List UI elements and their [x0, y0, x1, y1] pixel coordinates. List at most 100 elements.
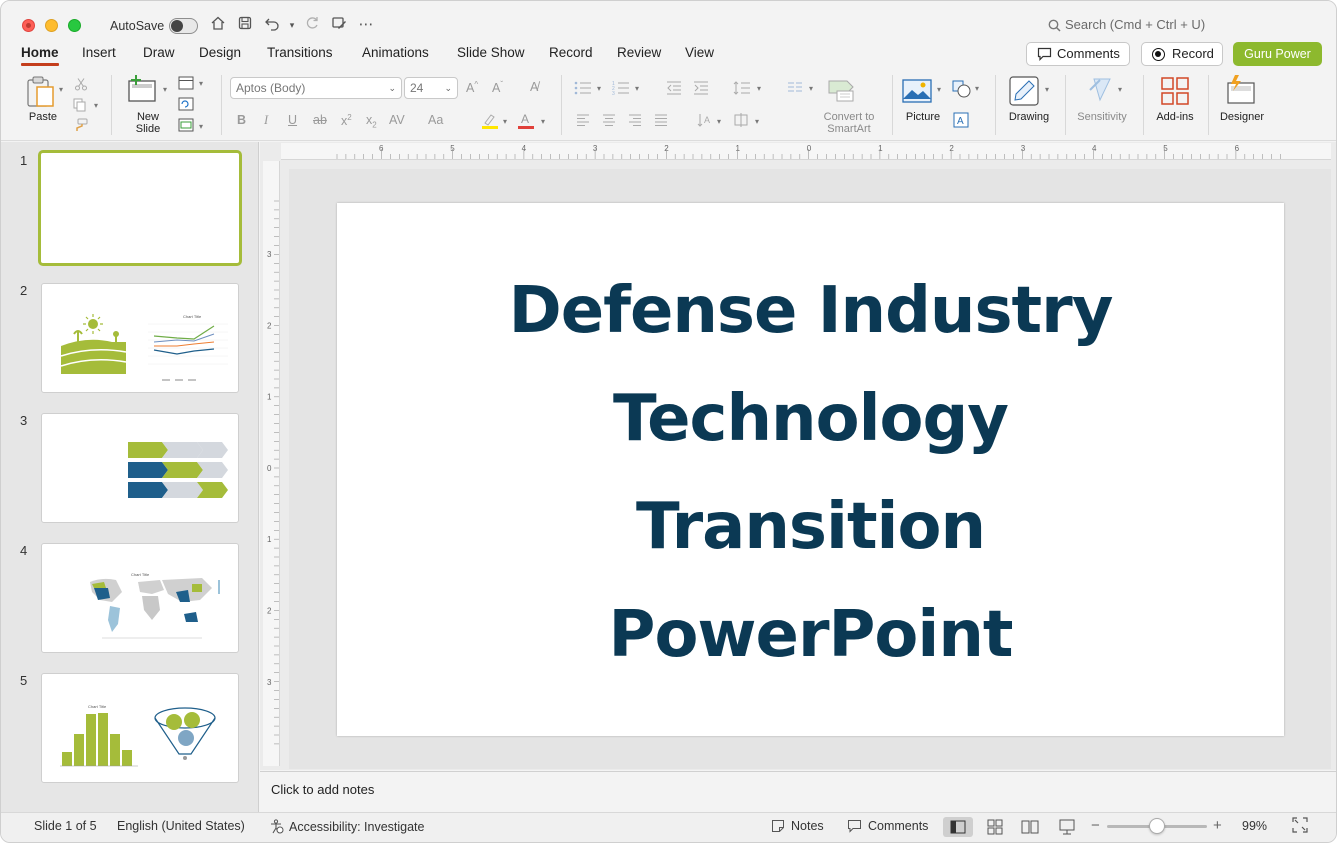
record-button[interactable]: Record [1141, 42, 1223, 66]
zoom-out-button[interactable]: − [1091, 817, 1100, 834]
slide-thumbnail-1[interactable] [38, 150, 242, 266]
change-case-icon[interactable]: Aa [428, 113, 443, 127]
language-status[interactable]: English (United States) [117, 819, 245, 833]
underline-icon[interactable]: U [288, 113, 297, 127]
redo-icon[interactable] [302, 15, 322, 35]
bullets-icon[interactable] [574, 81, 592, 98]
home-icon[interactable] [208, 15, 228, 35]
paste-dropdown-icon[interactable]: ▾ [59, 85, 63, 94]
italic-icon[interactable]: I [264, 113, 268, 128]
convert-smartart-icon[interactable] [827, 79, 857, 106]
undo-dropdown-icon[interactable]: ▾ [282, 15, 302, 35]
font-color-dropdown-icon[interactable]: ▾ [541, 117, 545, 126]
subscript-icon[interactable]: x2 [366, 113, 377, 130]
shapes-dropdown-icon[interactable]: ▾ [975, 84, 979, 93]
align-right-icon[interactable] [628, 113, 642, 130]
picture-dropdown-icon[interactable]: ▾ [937, 85, 941, 94]
tab-draw[interactable]: Draw [143, 45, 175, 60]
layout-dropdown-icon[interactable]: ▾ [199, 79, 203, 88]
reset-slide-icon[interactable] [178, 97, 194, 114]
drawing-dropdown-icon[interactable]: ▾ [1045, 85, 1049, 94]
slide-thumbnail-2[interactable]: Chart Title [41, 283, 239, 393]
slide-thumbnail-3[interactable] [41, 413, 239, 523]
search-box[interactable]: Search (Cmd + Ctrl + U) [1048, 17, 1205, 37]
zoom-slider-handle[interactable] [1149, 818, 1165, 834]
increase-font-icon[interactable]: A^ [466, 80, 478, 95]
notes-placeholder[interactable]: Click to add notes [271, 782, 374, 797]
undo-icon[interactable] [262, 15, 282, 35]
bullets-dropdown-icon[interactable]: ▾ [597, 84, 601, 93]
present-icon[interactable] [329, 15, 349, 35]
shapes-icon[interactable] [952, 80, 972, 101]
increase-indent-icon[interactable] [693, 81, 709, 98]
paste-icon[interactable] [25, 75, 59, 112]
copy-dropdown-icon[interactable]: ▾ [94, 101, 98, 110]
drawing-icon[interactable] [1009, 76, 1039, 109]
superscript-icon[interactable]: x2 [341, 113, 352, 128]
tab-record[interactable]: Record [549, 45, 593, 60]
notes-pane[interactable]: Click to add notes [260, 771, 1336, 811]
new-slide-icon[interactable] [128, 75, 158, 108]
save-icon[interactable] [235, 15, 255, 35]
font-name-combo[interactable]: Aptos (Body) ⌄ [230, 77, 402, 99]
text-direction-dropdown-icon[interactable]: ▾ [717, 117, 721, 126]
slide-sorter-view-button[interactable] [980, 817, 1010, 837]
new-slide-dropdown-icon[interactable]: ▾ [163, 85, 167, 94]
text-box-icon[interactable]: A [953, 112, 969, 131]
tab-insert[interactable]: Insert [82, 45, 116, 60]
tab-view[interactable]: View [685, 45, 714, 60]
tab-animations[interactable]: Animations [362, 45, 429, 60]
highlight-dropdown-icon[interactable]: ▾ [503, 117, 507, 126]
numbering-icon[interactable]: 123 [612, 81, 630, 98]
accessibility-status[interactable]: Accessibility: Investigate [269, 819, 424, 834]
comments-button[interactable]: Comments [1026, 42, 1130, 66]
normal-view-button[interactable] [943, 817, 973, 837]
slide-thumbnail-5[interactable]: Chart Title [41, 673, 239, 783]
font-size-combo[interactable]: 24 ⌄ [404, 77, 458, 99]
close-window-button[interactable] [22, 19, 35, 32]
cut-icon[interactable] [74, 77, 88, 94]
character-spacing-icon[interactable]: AV [389, 113, 405, 127]
align-text-dropdown-icon[interactable]: ▾ [755, 117, 759, 126]
copy-icon[interactable] [73, 98, 89, 115]
notes-toggle[interactable]: Notes [771, 819, 824, 833]
tab-design[interactable]: Design [199, 45, 241, 60]
slide-show-view-button[interactable] [1052, 817, 1082, 837]
align-center-icon[interactable] [602, 113, 616, 130]
autosave-toggle[interactable] [169, 18, 198, 34]
decrease-indent-icon[interactable] [666, 81, 682, 98]
columns-dropdown-icon[interactable]: ▾ [809, 84, 813, 93]
bold-icon[interactable]: B [237, 113, 246, 127]
layout-icon[interactable] [178, 76, 194, 93]
tab-transitions[interactable]: Transitions [267, 45, 333, 60]
columns-icon[interactable] [787, 81, 803, 96]
clear-format-icon[interactable]: A̸ [530, 80, 538, 94]
comments-toggle[interactable]: Comments [847, 819, 928, 833]
minimize-window-button[interactable] [45, 19, 58, 32]
tab-slide-show[interactable]: Slide Show [457, 45, 525, 60]
slide-title[interactable]: Defense Industry Technology Transition P… [337, 257, 1284, 689]
designer-icon[interactable] [1225, 75, 1257, 108]
text-direction-icon[interactable]: A [697, 112, 713, 131]
fit-to-window-button[interactable] [1292, 817, 1308, 836]
numbering-dropdown-icon[interactable]: ▾ [635, 84, 639, 93]
strikethrough-icon[interactable]: ab [313, 113, 327, 127]
sensitivity-dropdown-icon[interactable]: ▾ [1118, 85, 1122, 94]
maximize-window-button[interactable] [68, 19, 81, 32]
current-slide[interactable]: Defense Industry Technology Transition P… [337, 203, 1284, 736]
sensitivity-icon[interactable] [1086, 76, 1116, 107]
slide-thumbnail-4[interactable]: Chart Title [41, 543, 239, 653]
font-color-icon[interactable]: A [517, 111, 535, 133]
line-spacing-icon[interactable] [733, 80, 751, 99]
picture-icon[interactable] [902, 79, 932, 106]
reading-view-button[interactable] [1015, 817, 1045, 837]
guru-power-button[interactable]: Guru Power [1233, 42, 1322, 66]
align-text-icon[interactable] [733, 112, 749, 131]
zoom-in-button[interactable]: + [1213, 817, 1222, 834]
highlight-icon[interactable] [481, 112, 499, 133]
section-dropdown-icon[interactable]: ▾ [199, 122, 203, 131]
decrease-font-icon[interactable]: Aˇ [492, 80, 503, 95]
tab-review[interactable]: Review [617, 45, 661, 60]
tab-home[interactable]: Home [21, 45, 59, 66]
line-spacing-dropdown-icon[interactable]: ▾ [757, 84, 761, 93]
